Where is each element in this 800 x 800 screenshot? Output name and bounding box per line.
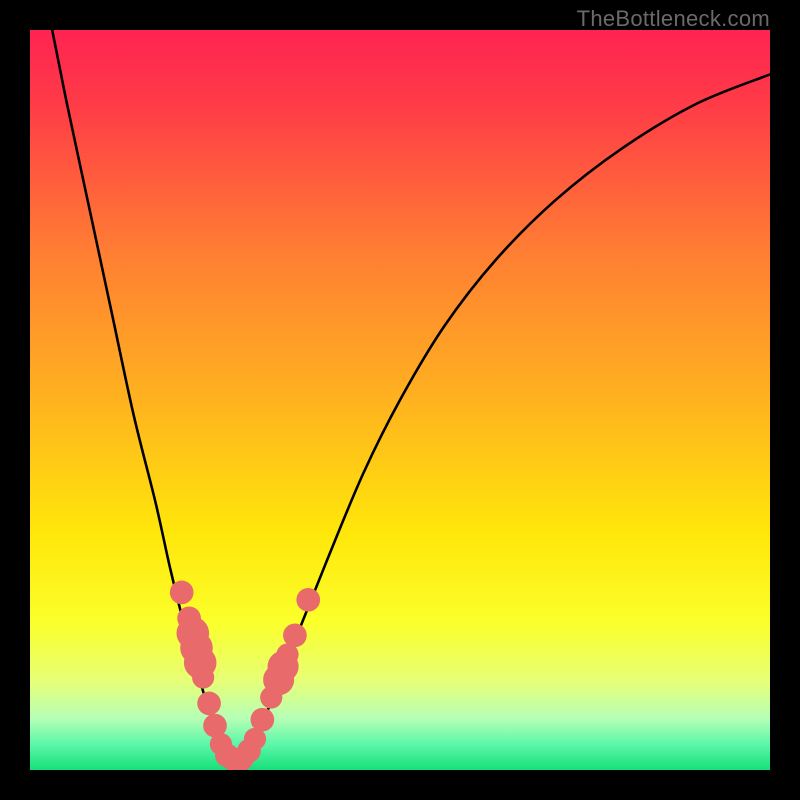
- plot-area: [30, 30, 770, 770]
- chart-frame: TheBottleneck.com: [0, 0, 800, 800]
- curve-layer: [30, 30, 770, 770]
- data-marker: [251, 708, 275, 732]
- data-marker: [283, 623, 307, 647]
- data-marker: [192, 666, 214, 688]
- bottleneck-curve: [52, 30, 770, 761]
- marker-group: [170, 581, 320, 770]
- data-marker: [170, 581, 194, 605]
- watermark-text: TheBottleneck.com: [577, 6, 770, 32]
- data-marker: [296, 588, 320, 612]
- data-marker: [197, 692, 221, 716]
